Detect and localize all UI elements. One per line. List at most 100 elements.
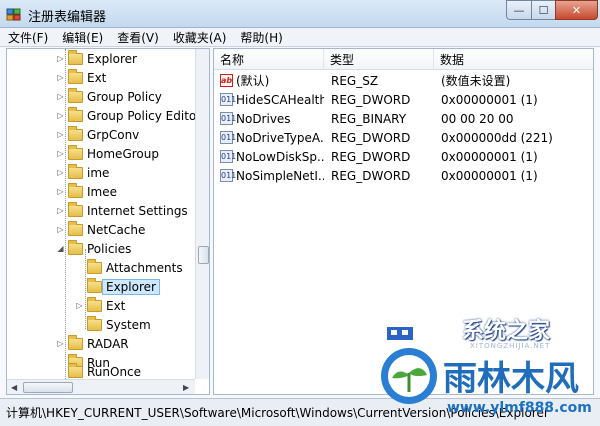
tree-item-label: Policies bbox=[87, 241, 132, 256]
scroll-right-arrow-icon[interactable]: ▶ bbox=[183, 383, 189, 392]
binary-value-icon: 011 bbox=[220, 93, 237, 106]
registry-editor-icon bbox=[6, 8, 21, 21]
binary-value-icon: 011 bbox=[220, 169, 237, 182]
tree-item[interactable]: ▷ HomeGroup bbox=[56, 144, 159, 163]
tree-item-label: Ext bbox=[87, 70, 107, 85]
tree-item[interactable]: ▷ Group Policy Editor bbox=[56, 106, 201, 125]
expand-arrow-icon[interactable]: ▷ bbox=[56, 73, 65, 82]
value-type: REG_DWORD bbox=[331, 149, 411, 164]
value-data: 0x000000dd (221) bbox=[441, 130, 553, 145]
tree-item-policies[interactable]: ◢ Policies bbox=[56, 239, 131, 258]
expand-arrow-icon[interactable]: ▷ bbox=[56, 149, 65, 158]
folder-open-icon bbox=[87, 277, 102, 293]
value-name: HideSCAHealth bbox=[236, 92, 324, 107]
tree-item-label: ime bbox=[87, 165, 110, 180]
expand-arrow-icon[interactable]: ▷ bbox=[75, 301, 84, 310]
value-name: (默认) bbox=[236, 74, 270, 88]
minimize-button[interactable]: — bbox=[506, 0, 532, 20]
value-type: REG_BINARY bbox=[331, 111, 407, 126]
tree-item[interactable]: ▷ GrpConv bbox=[56, 125, 139, 144]
tree-item[interactable]: ▷ Explorer bbox=[56, 49, 137, 68]
tree-item[interactable]: Attachments bbox=[75, 258, 183, 277]
list-row[interactable]: 011 NoDrives REG_BINARY 00 00 20 00 bbox=[214, 109, 593, 128]
value-name-cell: 011 NoDriveTypeA... bbox=[220, 128, 324, 147]
binary-value-icon: 011 bbox=[220, 150, 237, 163]
tree-item[interactable]: ▷ NetCache bbox=[56, 220, 145, 239]
tree-vertical-scroll-thumb[interactable] bbox=[198, 246, 209, 264]
column-header-type[interactable]: 类型 bbox=[324, 49, 434, 70]
list-row[interactable]: 011 HideSCAHealth REG_DWORD 0x00000001 (… bbox=[214, 90, 593, 109]
menu-favorites[interactable]: 收藏夹(A) bbox=[165, 29, 233, 46]
expand-arrow-icon[interactable]: ▷ bbox=[56, 168, 65, 177]
folder-icon bbox=[87, 258, 102, 274]
expand-arrow-icon[interactable]: ▷ bbox=[56, 225, 65, 234]
registry-tree[interactable]: ▷ Explorer ▷ Ext ▷ Group Policy ▷ Group … bbox=[6, 48, 210, 395]
watermark-title: 系统之家 bbox=[462, 319, 551, 344]
menu-bar: 文件(F) 编辑(E) 查看(V) 收藏夹(A) 帮助(H) bbox=[0, 28, 600, 47]
list-row[interactable]: ab (默认) REG_SZ (数值未设置) bbox=[214, 71, 593, 90]
value-data: 0x00000001 (1) bbox=[441, 168, 538, 183]
menu-edit[interactable]: 编辑(E) bbox=[54, 29, 109, 46]
folder-icon bbox=[68, 362, 83, 378]
tree-item-label: Internet Settings bbox=[87, 203, 188, 218]
list-row[interactable]: 011 NoSimpleNetI... REG_DWORD 0x00000001… bbox=[214, 166, 593, 185]
folder-icon bbox=[87, 296, 102, 312]
tree-item-explorer-selected[interactable]: Explorer bbox=[75, 277, 160, 296]
menu-file[interactable]: 文件(F) bbox=[0, 29, 54, 46]
value-name: NoLowDiskSp... bbox=[236, 149, 324, 164]
expand-arrow-icon[interactable]: ▷ bbox=[56, 111, 65, 120]
value-type: REG_DWORD bbox=[331, 130, 411, 145]
expand-arrow-icon[interactable]: ▷ bbox=[56, 54, 65, 63]
tree-item[interactable]: ▷ ime bbox=[56, 163, 109, 182]
tree-item-label: Ext bbox=[106, 298, 126, 313]
list-row[interactable]: 011 NoLowDiskSp... REG_DWORD 0x00000001 … bbox=[214, 147, 593, 166]
value-data: 0x00000001 (1) bbox=[441, 92, 538, 107]
scroll-left-arrow-icon[interactable]: ◀ bbox=[11, 383, 17, 392]
tree-item[interactable]: ▷ Ext bbox=[75, 296, 125, 315]
expand-arrow-icon[interactable]: ▷ bbox=[56, 187, 65, 196]
expand-arrow-icon[interactable]: ▷ bbox=[56, 339, 65, 348]
menu-view[interactable]: 查看(V) bbox=[109, 29, 165, 46]
house-logo-icon bbox=[378, 313, 422, 342]
watermark-xitongzhijia: 系统之家 XITONGZHIJIA.NET bbox=[378, 311, 576, 350]
tree-item-label: Explorer bbox=[87, 51, 137, 66]
menu-help[interactable]: 帮助(H) bbox=[232, 29, 288, 46]
expand-arrow-icon[interactable]: ▷ bbox=[56, 130, 65, 139]
watermark-ylmf: 雨林木风 www.ylmf888.com bbox=[378, 345, 598, 423]
value-name-cell: 011 NoLowDiskSp... bbox=[220, 147, 324, 166]
value-name: NoDrives bbox=[236, 111, 291, 126]
folder-icon bbox=[68, 49, 83, 65]
tree-item[interactable]: ▷ Group Policy bbox=[56, 87, 162, 106]
folder-icon bbox=[68, 163, 83, 179]
watermark-url: www.ylmf888.com bbox=[447, 400, 592, 416]
tree-item[interactable]: ▷ Ext bbox=[56, 68, 106, 87]
close-button[interactable]: ✕ bbox=[555, 0, 598, 20]
tree-horizontal-scroll-thumb[interactable] bbox=[23, 382, 73, 393]
folder-icon bbox=[68, 220, 83, 236]
expand-arrow-icon[interactable]: ▷ bbox=[56, 92, 65, 101]
column-header-name[interactable]: 名称 bbox=[214, 49, 324, 70]
column-header-data[interactable]: 数据 bbox=[434, 49, 593, 70]
window-title: 注册表编辑器 bbox=[28, 10, 107, 25]
value-name: NoDriveTypeA... bbox=[236, 130, 324, 145]
expand-arrow-icon[interactable]: ▷ bbox=[56, 206, 65, 215]
maximize-button[interactable]: ☐ bbox=[531, 0, 556, 20]
tree-item[interactable]: ▷ RADAR bbox=[56, 334, 129, 353]
tree-item-label: RADAR bbox=[87, 336, 129, 351]
value-data: 0x00000001 (1) bbox=[441, 149, 538, 164]
string-value-icon: ab bbox=[220, 74, 233, 87]
collapse-arrow-icon[interactable]: ◢ bbox=[56, 244, 65, 253]
value-type: REG_DWORD bbox=[331, 168, 411, 183]
tree-item[interactable]: ▷ Internet Settings bbox=[56, 201, 188, 220]
value-name: NoSimpleNetI... bbox=[236, 168, 324, 183]
value-data: 00 00 20 00 bbox=[441, 111, 514, 126]
tree-vertical-scrollbar[interactable] bbox=[195, 49, 209, 379]
tree-item[interactable]: System bbox=[75, 315, 151, 334]
list-row[interactable]: 011 NoDriveTypeA... REG_DWORD 0x000000dd… bbox=[214, 128, 593, 147]
folder-icon bbox=[68, 125, 83, 141]
binary-value-icon: 011 bbox=[220, 112, 237, 125]
tree-item-label: Group Policy bbox=[87, 89, 162, 104]
expand-arrow-icon bbox=[75, 320, 84, 329]
tree-item[interactable]: ▷ Imee bbox=[56, 182, 117, 201]
tree-horizontal-scrollbar[interactable]: ◀ ▶ bbox=[7, 379, 195, 394]
